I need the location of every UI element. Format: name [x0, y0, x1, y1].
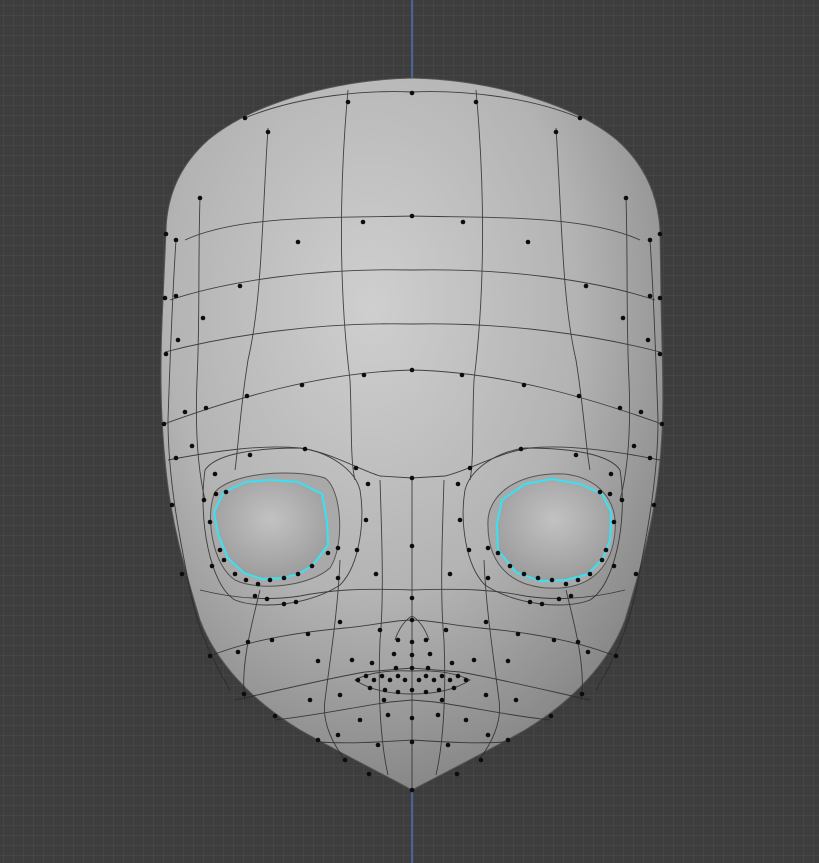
right-eye-hole[interactable] [495, 477, 613, 583]
viewport-canvas[interactable] [0, 0, 819, 863]
3d-viewport[interactable] [0, 0, 819, 863]
